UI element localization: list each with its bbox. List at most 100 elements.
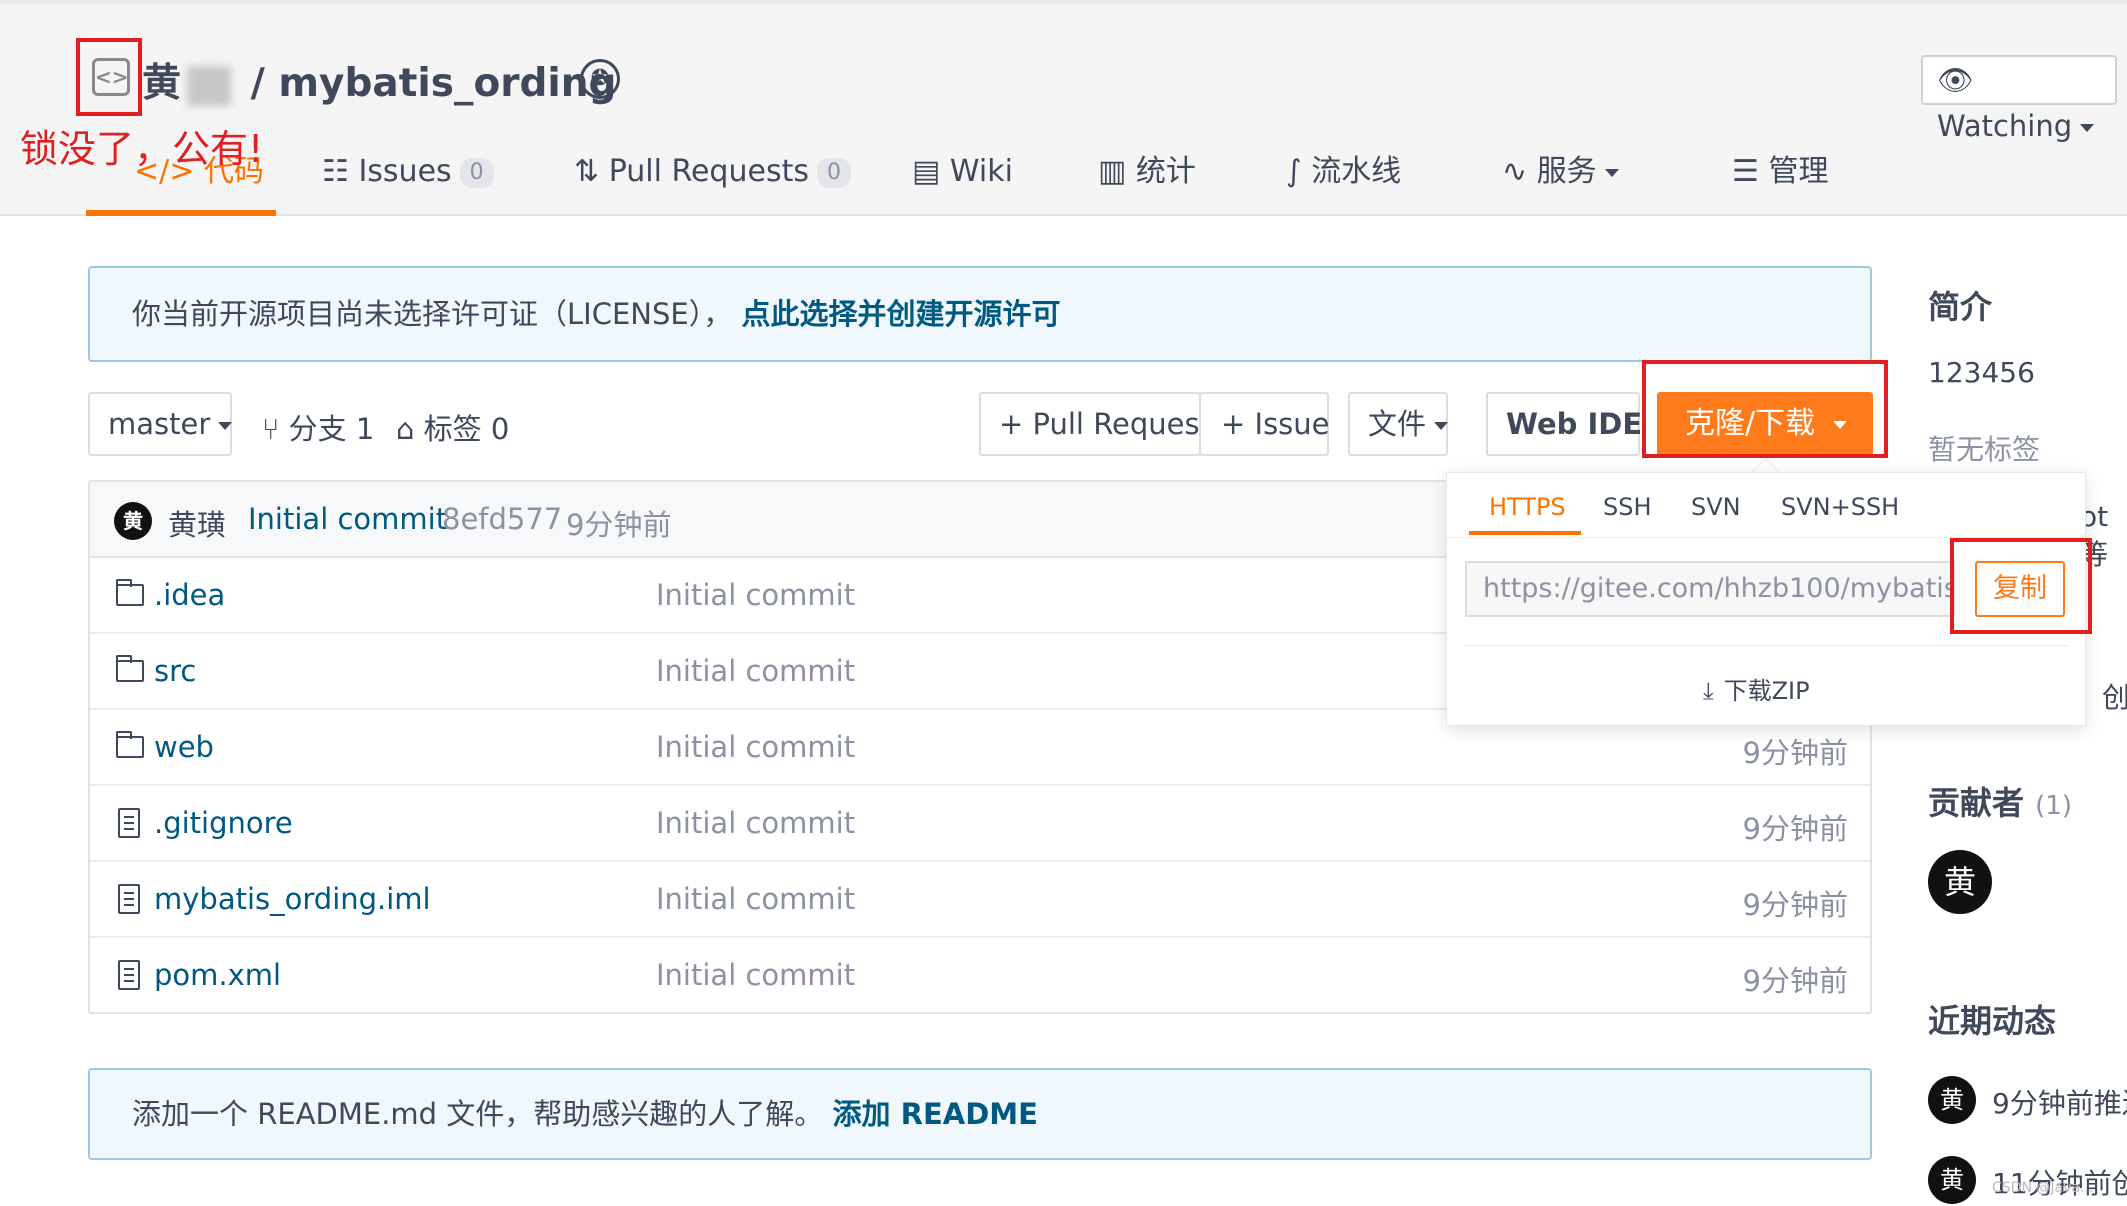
tab-manage-label: 管理: [1768, 154, 1829, 189]
tab-svn-ssh[interactable]: SVN+SSH: [1781, 493, 1899, 521]
tab-wiki[interactable]: ▤ Wiki: [912, 152, 1013, 192]
wiki-icon: ▤: [912, 154, 941, 189]
branch-icon: ⑂: [262, 412, 280, 446]
clone-url-input[interactable]: https://gitee.com/hhzb100/mybatis_ording…: [1465, 561, 1955, 617]
chevron-down-icon: [2080, 124, 2095, 132]
chevron-down-icon: [1604, 168, 1619, 177]
commit-message[interactable]: Initial commit: [248, 502, 447, 536]
tab-issues[interactable]: ☷ Issues 0: [322, 152, 494, 192]
chevron-down-icon: [1434, 422, 1449, 430]
tab-stats-label: 统计: [1135, 154, 1196, 189]
folder-icon: [115, 579, 144, 606]
repo-title: 黄 / mybatis_ording: [142, 52, 616, 108]
file-menu-button[interactable]: 文件: [1348, 392, 1449, 456]
tab-pull-requests[interactable]: ⇅ Pull Requests 0: [574, 152, 851, 192]
file-menu-label: 文件: [1368, 407, 1427, 441]
branch-select[interactable]: master: [88, 392, 233, 456]
tab-https[interactable]: HTTPS: [1489, 493, 1566, 521]
contributors-heading: 贡献者 (1): [1928, 778, 2072, 824]
service-icon: ∿: [1502, 154, 1528, 189]
file-name[interactable]: web: [154, 730, 214, 764]
eye-icon: 👁: [1937, 63, 1974, 97]
new-issue-button[interactable]: + Issue: [1199, 392, 1330, 456]
add-readme-link[interactable]: 添加 README: [833, 1097, 1038, 1131]
tab-wiki-label: Wiki: [949, 154, 1013, 189]
issues-count-badge: 0: [459, 158, 494, 188]
file-name[interactable]: .gitignore: [154, 806, 293, 840]
readme-notice-text: 添加一个 README.md 文件，帮助感兴趣的人了解。: [132, 1097, 824, 1131]
tab-service-label: 服务: [1536, 154, 1597, 189]
pipeline-icon: ∫: [1286, 154, 1302, 189]
tab-ssh[interactable]: SSH: [1603, 493, 1652, 521]
activity-heading: 近期动态: [1928, 1002, 2057, 1040]
table-row[interactable]: mybatis_ording.iml Initial commit 9分钟前: [90, 862, 1870, 938]
file-name[interactable]: src: [154, 654, 196, 688]
no-tags-text: 暂无标签: [1928, 433, 2041, 466]
web-ide-button[interactable]: Web IDE: [1486, 392, 1642, 456]
chevron-down-icon: [218, 422, 233, 430]
tab-pull-requests-label: Pull Requests: [608, 154, 809, 189]
branches-link[interactable]: ⑂ 分支 1: [262, 406, 374, 448]
table-row[interactable]: pom.xml Initial commit 9分钟前: [90, 938, 1870, 1014]
download-zip-link[interactable]: ⤓ 下载ZIP: [1703, 671, 1810, 706]
tab-stats[interactable]: ▥ 统计: [1098, 152, 1196, 192]
issues-icon: ☷: [322, 154, 349, 189]
commit-hash[interactable]: 8efd577: [442, 502, 562, 536]
file-name[interactable]: .idea: [154, 578, 225, 612]
annotation-box-copy: [1950, 538, 2092, 634]
tab-issues-label: Issues: [358, 154, 452, 189]
repo-description: 123456: [1928, 356, 2035, 389]
file-icon: [118, 960, 140, 990]
file-commit-message[interactable]: Initial commit: [656, 958, 855, 992]
manage-icon: ☰: [1732, 154, 1759, 189]
file-icon: [118, 808, 140, 838]
file-commit-message[interactable]: Initial commit: [656, 578, 855, 612]
avatar[interactable]: 黄: [1928, 1156, 1976, 1204]
pull-requests-count-badge: 0: [816, 158, 851, 188]
pull-request-icon: ⇅: [574, 154, 600, 189]
tab-svn[interactable]: SVN: [1691, 493, 1741, 521]
annotation-box-repo-icon: [76, 38, 142, 116]
repo-owner[interactable]: 黄: [142, 61, 181, 106]
file-commit-message[interactable]: Initial commit: [656, 806, 855, 840]
new-pull-request-button[interactable]: + Pull Request: [979, 392, 1211, 456]
tags-link[interactable]: ⌂ 标签 0: [396, 406, 509, 448]
activity-text[interactable]: 9分钟前推送: [1992, 1082, 2127, 1122]
repo-name[interactable]: mybatis_ording: [278, 61, 616, 106]
table-row[interactable]: .gitignore Initial commit 9分钟前: [90, 786, 1870, 862]
folder-icon: [115, 731, 144, 758]
tab-service[interactable]: ∿ 服务: [1502, 152, 1619, 192]
avatar[interactable]: 黄: [1928, 1076, 1976, 1124]
active-tab-indicator: [86, 210, 276, 216]
download-icon: ⤓: [1703, 677, 1714, 705]
tag-icon: ⌂: [396, 412, 415, 446]
file-name[interactable]: mybatis_ording.iml: [154, 882, 431, 916]
commit-author[interactable]: 黄璜: [168, 502, 226, 544]
avatar[interactable]: 黄: [114, 502, 152, 540]
tab-pipeline[interactable]: ∫ 流水线: [1286, 152, 1401, 192]
file-time: 9分钟前: [1742, 812, 1848, 846]
file-commit-message[interactable]: Initial commit: [656, 882, 855, 916]
file-name[interactable]: pom.xml: [154, 958, 281, 992]
file-time: 9分钟前: [1742, 964, 1848, 998]
branch-select-label: master: [108, 407, 211, 441]
license-create-link[interactable]: 点此选择并创建开源许可: [741, 297, 1060, 331]
avatar[interactable]: 黄: [1928, 850, 1992, 914]
chart-icon: ▥: [1098, 154, 1127, 189]
watching-label: Watching: [1937, 109, 2073, 143]
file-time: 9分钟前: [1742, 888, 1848, 922]
file-icon: [118, 884, 140, 914]
watermark: CSDN @Java...: [1992, 1180, 2094, 1196]
file-commit-message[interactable]: Initial commit: [656, 654, 855, 688]
blurred-name: [187, 65, 232, 106]
folder-icon: [115, 655, 144, 682]
watching-button[interactable]: 👁 Watching: [1921, 55, 2117, 143]
license-notice-text: 你当前开源项目尚未选择许可证（LICENSE），: [132, 297, 733, 331]
top-border: [0, 0, 2127, 4]
tab-manage[interactable]: ☰ 管理: [1732, 152, 1828, 192]
branches-label: 分支: [288, 412, 347, 446]
recommend-badge-icon[interactable]: ✪: [580, 59, 620, 99]
annotation-box-clone: [1642, 360, 1888, 458]
red-annotation-text: 锁没了，公有!: [20, 127, 264, 171]
file-commit-message[interactable]: Initial commit: [656, 730, 855, 764]
